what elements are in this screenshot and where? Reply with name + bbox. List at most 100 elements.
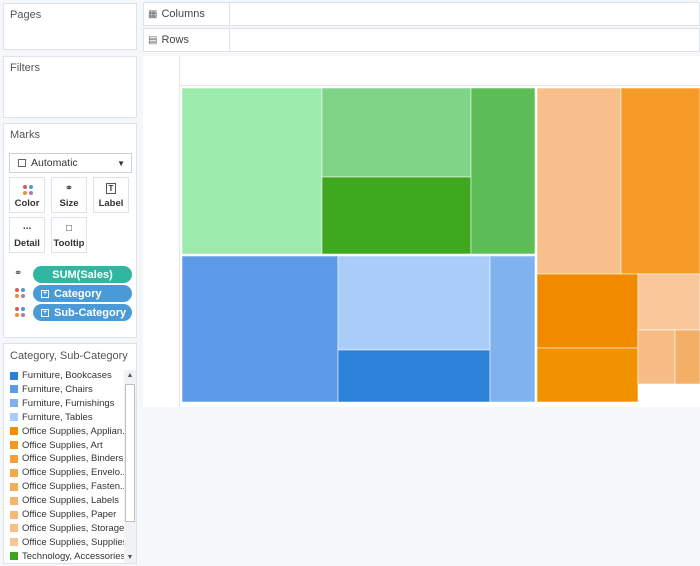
scroll-up-icon[interactable]: ▲	[124, 372, 136, 379]
legend-swatch	[10, 371, 18, 380]
treemap-tile-office-supplies[interactable]	[620, 87, 700, 275]
treemap-chart	[181, 87, 700, 403]
size-icon: ⚭	[14, 268, 23, 279]
expand-icon: +	[41, 308, 49, 317]
treemap-tile-office-supplies[interactable]	[536, 273, 639, 349]
columns-shelf[interactable]: ▦ Columns	[143, 2, 700, 26]
legend-label: Office Supplies, Storage	[22, 522, 125, 534]
treemap-tile-technology[interactable]	[321, 87, 472, 178]
legend-item[interactable]: Furniture, Furnishings	[10, 397, 125, 410]
marks-card: Marks Automatic ▼ Color ⚭ Size T Label ⋯…	[3, 123, 137, 338]
size-icon: ⚭	[64, 183, 74, 194]
legend-label: Office Supplies, Art	[22, 439, 103, 451]
sum-sales-pill[interactable]: SUM(Sales)	[33, 266, 132, 283]
legend-swatch	[10, 524, 18, 533]
treemap-tile-furniture[interactable]	[337, 255, 491, 351]
treemap-tile-office-supplies[interactable]	[674, 329, 700, 385]
pages-card[interactable]: Pages	[3, 3, 137, 50]
legend-swatch	[10, 399, 18, 408]
color-button-label: Color	[14, 198, 40, 209]
pill-row-category: + Category	[9, 285, 133, 302]
legend-label: Furniture, Tables	[22, 411, 93, 423]
legend-swatch	[10, 496, 18, 505]
legend-item[interactable]: Furniture, Bookcases	[10, 369, 125, 382]
treemap-view[interactable]	[143, 56, 700, 407]
treemap-tile-furniture[interactable]	[489, 255, 536, 403]
legend-label: Furniture, Furnishings	[22, 397, 115, 409]
legend-swatch	[10, 510, 18, 519]
legend-swatch	[10, 385, 18, 394]
pages-title: Pages	[10, 9, 42, 21]
mark-type-dropdown[interactable]: Automatic ▼	[9, 153, 132, 173]
size-button[interactable]: ⚭ Size	[51, 177, 87, 213]
mark-type-square-icon	[18, 159, 26, 167]
legend-item[interactable]: Office Supplies, Labels	[10, 494, 125, 507]
legend-label: Office Supplies, Labels	[22, 495, 119, 507]
treemap-tile-furniture[interactable]	[337, 349, 491, 403]
legend-swatch	[10, 427, 18, 436]
legend-swatch	[10, 413, 18, 422]
legend-item[interactable]: Furniture, Tables	[10, 411, 125, 424]
legend-item[interactable]: Office Supplies, Envelo..	[10, 466, 125, 479]
legend-item[interactable]: Office Supplies, Binders	[10, 452, 125, 465]
legend-item[interactable]: Office Supplies, Paper	[10, 508, 125, 521]
treemap-tile-office-supplies[interactable]	[536, 87, 622, 275]
treemap-tile-office-supplies[interactable]	[637, 329, 676, 385]
treemap-tile-technology[interactable]	[321, 176, 472, 255]
treemap-tile-technology[interactable]	[470, 87, 536, 255]
legend-item[interactable]: Office Supplies, Applian..	[10, 425, 125, 438]
legend-item[interactable]: Office Supplies, Fasten..	[10, 480, 125, 493]
columns-icon: ▦	[148, 8, 158, 20]
rows-icon: ▤	[148, 34, 158, 46]
pill-row-subcategory: + Sub-Category	[9, 304, 133, 321]
mark-type-value: Automatic	[31, 157, 78, 169]
legend-label: Office Supplies, Supplies	[22, 536, 125, 548]
legend-item[interactable]: Technology, Accessories	[10, 550, 125, 563]
legend-scrollbar[interactable]: ▲ ▼	[124, 370, 136, 563]
legend-label: Office Supplies, Applian..	[22, 425, 125, 437]
sub-category-pill[interactable]: + Sub-Category	[33, 304, 132, 321]
legend-item[interactable]: Furniture, Chairs	[10, 383, 125, 396]
treemap-tile-furniture[interactable]	[181, 255, 339, 403]
legend-label: Office Supplies, Binders	[22, 453, 124, 465]
treemap-tile-office-supplies[interactable]	[637, 273, 700, 331]
tooltip-button-label: Tooltip	[53, 238, 85, 249]
legend-item[interactable]: Office Supplies, Storage	[10, 522, 125, 535]
rows-shelf[interactable]: ▤ Rows	[143, 28, 700, 52]
category-pill[interactable]: + Category	[33, 285, 132, 302]
columns-label: Columns	[161, 8, 205, 20]
chevron-down-icon: ▼	[117, 159, 125, 168]
detail-button-label: Detail	[14, 238, 40, 249]
legend-swatch	[10, 468, 18, 477]
filters-card[interactable]: Filters	[3, 56, 137, 118]
label-button-label: Label	[98, 198, 124, 209]
legend-label: Office Supplies, Envelo..	[22, 467, 125, 479]
category-pill-label: Category	[54, 287, 102, 300]
treemap-tile-office-supplies[interactable]	[536, 347, 639, 403]
legend-swatch	[10, 552, 18, 561]
legend-swatch	[10, 482, 18, 491]
rows-shelf-label: ▤ Rows	[144, 29, 230, 51]
legend-item[interactable]: Office Supplies, Supplies	[10, 536, 125, 549]
marks-title: Marks	[10, 129, 40, 141]
scroll-down-icon[interactable]: ▼	[124, 554, 136, 561]
size-button-label: Size	[59, 198, 79, 209]
tooltip-button[interactable]: □ Tooltip	[51, 217, 87, 253]
color-icon	[15, 288, 25, 298]
label-button[interactable]: T Label	[93, 177, 129, 213]
tooltip-icon: □	[65, 223, 73, 234]
sub-category-pill-label: Sub-Category	[54, 306, 127, 319]
expand-icon: +	[41, 289, 49, 298]
legend-label: Office Supplies, Paper	[22, 509, 117, 520]
treemap-tile-technology[interactable]	[181, 87, 323, 255]
color-icon	[23, 185, 33, 195]
scrollbar-thumb[interactable]	[125, 384, 135, 522]
color-legend: Category, Sub-Category Furniture, Bookca…	[3, 343, 137, 564]
detail-icon: ⋯	[23, 224, 31, 233]
legend-label: Furniture, Chairs	[22, 383, 93, 395]
color-icon	[15, 307, 25, 317]
detail-button[interactable]: ⋯ Detail	[9, 217, 45, 253]
legend-swatch	[10, 538, 18, 547]
legend-item[interactable]: Office Supplies, Art	[10, 439, 125, 452]
color-button[interactable]: Color	[9, 177, 45, 213]
